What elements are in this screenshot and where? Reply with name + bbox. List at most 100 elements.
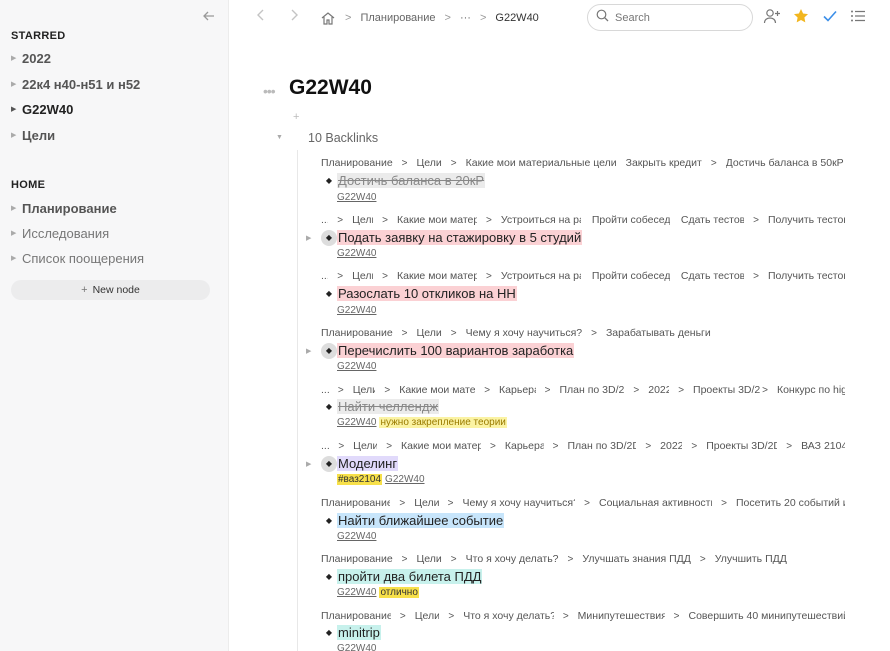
crumb[interactable]: ВАЗ 2104 xyxy=(801,440,845,452)
backlink-node[interactable]: ◆ Достичь баланса в 20кР xyxy=(321,171,486,190)
breadcrumb-item-planning[interactable]: Планирование xyxy=(360,12,435,24)
crumb[interactable]: Проекты 3D/2D xyxy=(693,384,760,396)
crumb[interactable]: Планирование xyxy=(321,157,393,169)
sidebar-item-goals[interactable]: ▶ Цели xyxy=(11,124,221,146)
complete-button[interactable] xyxy=(821,9,839,27)
ref-link[interactable]: G22W40 xyxy=(337,192,376,203)
backlinks-header[interactable]: 10 Backlinks xyxy=(308,131,378,145)
collapse-sidebar-button[interactable] xyxy=(200,9,218,27)
hashtag[interactable]: #ваз2104 xyxy=(337,474,383,485)
backlink-node[interactable]: ▶ ◆ Моделинг xyxy=(306,454,399,473)
new-node-button[interactable]: + New node xyxy=(11,280,210,300)
crumb[interactable]: ... xyxy=(321,214,328,226)
crumb[interactable]: Планирование xyxy=(321,497,390,509)
crumb[interactable]: Карьера xyxy=(505,440,544,452)
caret-right-icon[interactable]: ▶ xyxy=(11,105,22,113)
crumb[interactable]: Цели xyxy=(353,440,377,452)
crumb[interactable]: Что я хочу делать? xyxy=(463,610,554,622)
ref-link[interactable]: G22W40 xyxy=(337,417,376,428)
ref-link[interactable]: G22W40 xyxy=(337,587,376,598)
crumb[interactable]: 2022 xyxy=(660,440,682,452)
back-button[interactable] xyxy=(252,8,270,26)
crumb[interactable]: Посетить 20 событий и xyxy=(736,497,845,509)
crumb[interactable]: Планирование xyxy=(321,327,393,339)
crumb[interactable]: Цели xyxy=(417,157,442,169)
ref-link[interactable]: G22W40 xyxy=(337,305,376,316)
crumb[interactable]: Какие мои материальные xyxy=(401,440,481,452)
add-child-icon[interactable]: + xyxy=(293,111,299,123)
crumb[interactable]: Цели xyxy=(353,384,376,396)
backlink-node[interactable]: ▶ ◆ Перечислить 100 вариантов заработка xyxy=(306,341,575,360)
outline-view-button[interactable] xyxy=(849,9,867,27)
crumb[interactable]: План по 3D/2D xyxy=(559,384,624,396)
ref-link[interactable]: G22W40 xyxy=(385,474,424,485)
crumb[interactable]: Карьера xyxy=(499,384,536,396)
backlink-node[interactable]: ◆ пройти два билета ПДД xyxy=(321,567,483,586)
crumb[interactable]: Минипутешествия xyxy=(578,610,665,622)
crumb[interactable]: Сдать тестовое xyxy=(681,214,744,226)
crumb[interactable]: 2022 xyxy=(648,384,669,396)
caret-right-icon[interactable]: ▶ xyxy=(306,234,311,242)
forward-button[interactable] xyxy=(285,8,303,26)
bullet-icon[interactable]: ◆ xyxy=(321,569,337,585)
crumb[interactable]: Цели xyxy=(415,610,440,622)
breadcrumb-item-ellipsis[interactable]: ··· xyxy=(460,12,471,24)
node-text[interactable]: Найти челлендж xyxy=(337,399,440,414)
crumb[interactable]: Чему я хочу научиться? xyxy=(466,327,582,339)
node-text[interactable]: Подать заявку на стажировку в 5 студий xyxy=(337,230,583,245)
backlink-node[interactable]: ▶ ◆ Подать заявку на стажировку в 5 студ… xyxy=(306,228,583,247)
crumb[interactable]: Какие мои материальные xyxy=(399,384,475,396)
node-text[interactable]: Моделинг xyxy=(337,456,399,471)
bullet-icon[interactable]: ◆ xyxy=(321,342,337,359)
crumb[interactable]: Что я хочу делать? xyxy=(466,553,559,565)
crumb[interactable]: Получить тестовое xyxy=(768,214,845,226)
caret-right-icon[interactable]: ▶ xyxy=(11,131,22,139)
ref-link[interactable]: G22W40 xyxy=(337,248,376,259)
crumb[interactable]: Какие мои материальные цели xyxy=(466,157,617,169)
add-user-button[interactable] xyxy=(763,8,781,27)
crumb[interactable]: Пройти собеседование xyxy=(592,214,670,226)
crumb[interactable]: Устроиться на работу xyxy=(501,270,581,282)
crumb[interactable]: Сдать тестовое xyxy=(681,270,744,282)
bullet-icon[interactable]: ◆ xyxy=(321,286,337,302)
crumb[interactable]: Проекты 3D/2D xyxy=(706,440,777,452)
home-icon[interactable] xyxy=(320,10,336,26)
crumb[interactable]: План по 3D/2D xyxy=(567,440,636,452)
crumb[interactable]: Цели xyxy=(417,553,442,565)
node-text[interactable]: minitrip xyxy=(337,625,381,640)
crumb[interactable]: Совершить 40 минипутешествий xyxy=(688,610,845,622)
backlink-node[interactable]: ◆ Найти челлендж xyxy=(321,397,440,416)
crumb[interactable]: ... xyxy=(321,270,328,282)
crumb[interactable]: Чему я хочу научиться? xyxy=(462,497,575,509)
crumb[interactable]: Получить тестовое xyxy=(768,270,845,282)
crumb[interactable]: Какие мои материальные xyxy=(397,214,477,226)
search-box[interactable] xyxy=(587,4,753,31)
sidebar-item-g22w40[interactable]: ▶ G22W40 xyxy=(11,98,221,120)
ref-link[interactable]: G22W40 xyxy=(337,643,376,651)
ref-link[interactable]: G22W40 xyxy=(337,361,376,372)
crumb[interactable]: Цели xyxy=(417,327,442,339)
crumb[interactable]: Социальная активность xyxy=(599,497,712,509)
crumb[interactable]: Какие мои материальные xyxy=(397,270,477,282)
caret-right-icon[interactable]: ▶ xyxy=(11,254,22,262)
crumb[interactable]: Улучшать знания ПДД xyxy=(582,553,691,565)
crumb[interactable]: Планирование xyxy=(321,610,391,622)
bullet-icon[interactable]: ◆ xyxy=(321,173,337,189)
node-text[interactable]: Найти ближайшее событие xyxy=(337,513,505,528)
sidebar-item-research[interactable]: ▶ Исследования xyxy=(11,222,221,244)
crumb[interactable]: Устроиться на работу xyxy=(501,214,581,226)
caret-right-icon[interactable]: ▶ xyxy=(11,204,22,212)
crumb[interactable]: Закрыть кредит xyxy=(626,157,702,169)
crumb[interactable]: ... xyxy=(321,384,329,396)
crumb[interactable]: Конкурс по high xyxy=(777,384,845,396)
sidebar-item-planning[interactable]: ▶ Планирование xyxy=(11,197,221,219)
sidebar-item-2022[interactable]: ▶ 2022 xyxy=(11,47,221,69)
crumb[interactable]: Цели xyxy=(352,214,373,226)
star-button[interactable] xyxy=(792,8,810,27)
caret-right-icon[interactable]: ▶ xyxy=(11,80,22,88)
bullet-icon[interactable]: ◆ xyxy=(321,399,337,415)
crumb[interactable]: Улучшить ПДД xyxy=(715,553,787,565)
caret-right-icon[interactable]: ▶ xyxy=(306,347,311,355)
bullet-icon[interactable]: ◆ xyxy=(321,513,337,529)
bullet-icon[interactable]: ◆ xyxy=(321,229,337,246)
